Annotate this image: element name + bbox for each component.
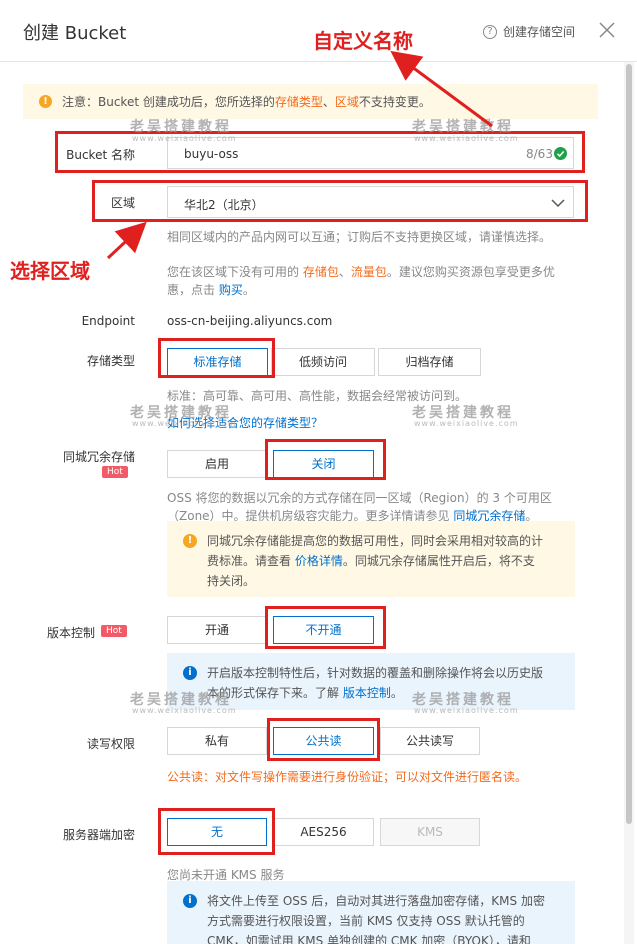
scrollbar-thumb[interactable] xyxy=(626,64,632,824)
annotation-box-versioning xyxy=(265,606,386,649)
annotation-box-acl xyxy=(267,718,380,761)
encryption-tip-line-2: 方式需要进行权限设置，当前 KMS 仅支持 OSS 默认托管的 xyxy=(207,914,525,928)
watermark-url: www.weixiaolive.com xyxy=(414,706,519,715)
warning-notice: ! 注意：Bucket 创建成功后，您所选择的 存储类型 、 区域 不支持变更。 xyxy=(23,84,598,119)
region-help-2-prefix: 您在该区域下没有可用的 xyxy=(167,265,303,279)
annotation-box-storage-class xyxy=(158,338,275,378)
acl-warning: 公共读：对文件写操作需要进行身份验证；可以对文件进行匿名读。 xyxy=(167,770,528,784)
annotation-box-zone-redundancy xyxy=(265,439,386,480)
encryption-tip-line-3: CMK，如需试用 KMS 单独创建的 CMK 加密（BYOK），请和 xyxy=(207,934,531,944)
link-versioning[interactable]: 版本控制 xyxy=(343,686,391,700)
notice-suffix: 不支持变更。 xyxy=(358,95,431,109)
warning-icon: ! xyxy=(183,534,197,548)
region-help-3-prefix: 惠，点击 xyxy=(167,283,219,297)
watermark-url: www.weixiaolive.com xyxy=(132,706,237,715)
link-buy[interactable]: 购买 xyxy=(219,283,243,297)
region-help-2: 您在该区域下没有可用的 存储包、流量包。建议您购买资源包享受更多优 xyxy=(167,263,555,280)
hot-badge: Hot xyxy=(101,625,127,637)
info-icon: i xyxy=(183,666,197,680)
versioning-label: 版本控制 xyxy=(46,626,95,640)
notice-sep: 、 xyxy=(322,95,335,109)
warning-icon: ! xyxy=(39,95,52,108)
zone-redundancy-label: 同城冗余存储 xyxy=(62,450,135,464)
notice-link-region[interactable]: 区域 xyxy=(335,93,359,110)
watermark-url: www.weixiaolive.com xyxy=(132,134,237,143)
storage-class-ia[interactable]: 低频访问 xyxy=(271,348,375,376)
versioning-enable[interactable]: 开通 xyxy=(167,616,267,644)
dialog-title: 创建 Bucket xyxy=(23,23,127,44)
zone-tip-line-1: 同城冗余存储能提高您的数据可用性，同时会采用相对较高的计 xyxy=(207,534,544,548)
close-icon[interactable] xyxy=(597,20,617,40)
watermark-url: www.weixiaolive.com xyxy=(132,419,237,428)
zone-redundancy-desc-1: OSS 将您的数据以冗余的方式存储在同一区域（Region）的 3 个可用区 xyxy=(167,491,552,505)
link-traffic-package[interactable]: 流量包 xyxy=(351,265,387,279)
help-label: 创建存储空间 xyxy=(503,25,576,39)
region-help-2-sep: 、 xyxy=(338,265,351,279)
encryption-tip-line-1: 将文件上传至 OSS 后，自动对其进行落盘加密存储，KMS 加密 xyxy=(207,894,545,908)
zone-redundancy-enable[interactable]: 启用 xyxy=(167,450,267,478)
annotation-box-region xyxy=(92,180,588,222)
versioning-tip-2-suffix: 。 xyxy=(390,686,403,700)
zone-tip-2-prefix: 费标准。请查看 xyxy=(207,554,295,568)
hot-badge: Hot xyxy=(102,466,128,478)
encryption-tip: i 将文件上传至 OSS 后，自动对其进行落盘加密存储，KMS 加密 方式需要进… xyxy=(167,881,575,944)
scrollbar[interactable] xyxy=(624,62,634,944)
info-icon: i xyxy=(183,894,197,908)
annotation-region-callout: 选择区域 xyxy=(10,259,90,283)
endpoint-value: oss-cn-beijing.aliyuncs.com xyxy=(167,314,333,328)
arrow-to-region xyxy=(106,221,147,260)
encryption-kms: KMS xyxy=(380,818,480,846)
acl-public-read-write[interactable]: 公共读写 xyxy=(380,727,480,755)
watermark-url: www.weixiaolive.com xyxy=(414,134,519,143)
question-icon: ? xyxy=(483,24,497,39)
acl-label: 读写权限 xyxy=(86,737,135,751)
region-help-1: 相同区域内的产品内网可以互通；订购后不支持更换区域，请谨慎选择。 xyxy=(167,230,552,244)
watermark-text: 老吴搭建教程 xyxy=(130,119,232,135)
region-help-2-suffix: 。建议您购买资源包享受更多优 xyxy=(386,265,555,279)
acl-private[interactable]: 私有 xyxy=(167,727,267,755)
annotation-name-callout: 自定义名称 xyxy=(313,29,413,53)
help-link[interactable]: ? 创建存储空间 xyxy=(483,23,575,40)
region-help-3: 惠，点击 购买。 xyxy=(167,281,255,298)
storage-class-label: 存储类型 xyxy=(86,354,135,368)
encryption-aes256[interactable]: AES256 xyxy=(273,818,374,846)
notice-link-storage-class[interactable]: 存储类型 xyxy=(275,93,323,110)
endpoint-label: Endpoint xyxy=(81,314,135,328)
watermark-text: 老吴搭建教程 xyxy=(412,119,514,135)
versioning-tip-line-1: 开启版本控制特性后，针对数据的覆盖和删除操作将会以历史版 xyxy=(207,666,544,680)
annotation-box-encryption xyxy=(158,808,275,855)
link-storage-package[interactable]: 存储包 xyxy=(303,265,339,279)
watermark-url: www.weixiaolive.com xyxy=(414,419,519,428)
zone-tip-line-2: 费标准。请查看 价格详情。同城冗余存储属性开启后，将不支 xyxy=(207,551,559,571)
storage-class-archive[interactable]: 归档存储 xyxy=(378,348,481,376)
zone-redundancy-tip: ! 同城冗余存储能提高您的数据可用性，同时会采用相对较高的计 费标准。请查看 价… xyxy=(167,521,575,597)
zone-tip-line-3: 持关闭。 xyxy=(207,574,256,588)
notice-prefix: 注意：Bucket 创建成功后，您所选择的 xyxy=(62,95,275,109)
region-help-3-suffix: 。 xyxy=(242,283,255,297)
encryption-label: 服务器端加密 xyxy=(62,828,135,842)
zone-tip-2-suffix: 。同城冗余存储属性开启后，将不支 xyxy=(342,554,535,568)
link-price-details[interactable]: 价格详情 xyxy=(295,554,343,568)
